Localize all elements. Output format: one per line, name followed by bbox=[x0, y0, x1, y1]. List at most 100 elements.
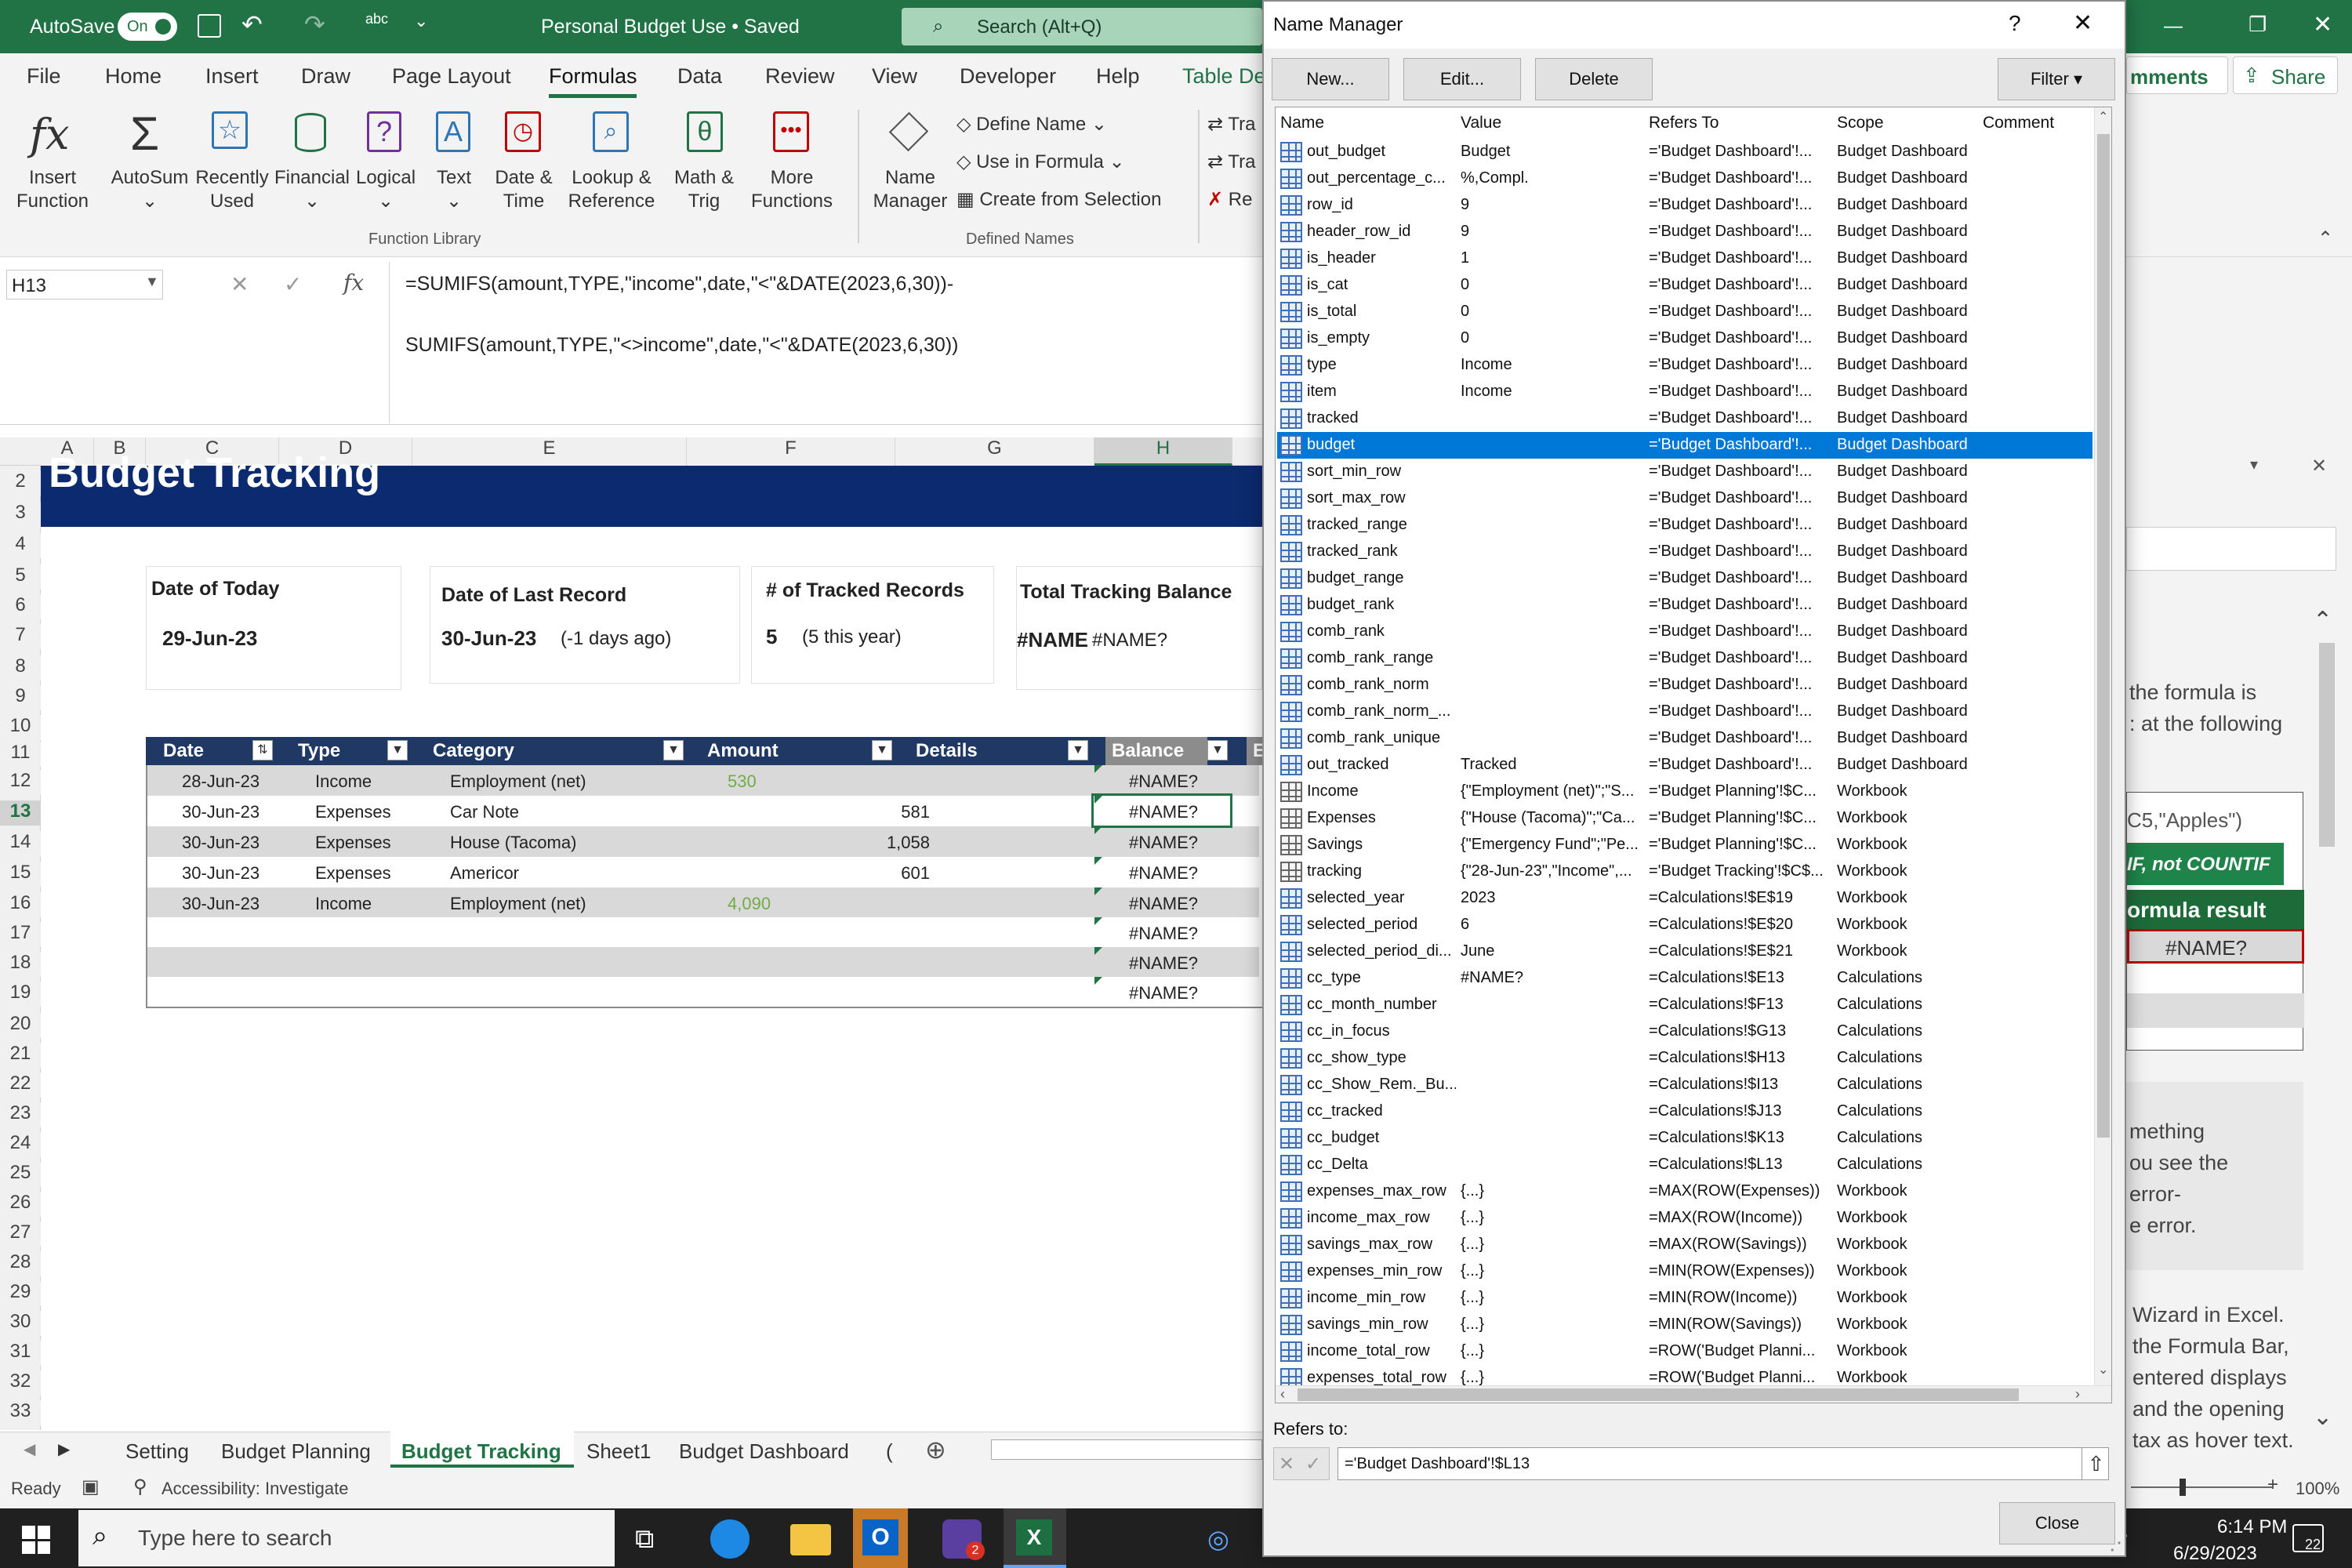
name-list-item[interactable]: expenses_max_row {...} =MAX(ROW(Expenses))… bbox=[1277, 1178, 2092, 1205]
column-header-scope[interactable]: Scope bbox=[1837, 114, 1884, 132]
row-header[interactable]: 16 bbox=[0, 892, 41, 917]
close-dialog-icon[interactable]: ✕ bbox=[2073, 9, 2092, 37]
category-cell[interactable]: House (Tacoma) bbox=[450, 833, 576, 853]
row-header[interactable]: 8 bbox=[0, 655, 41, 681]
category-cell[interactable]: Employment (net) bbox=[450, 894, 586, 914]
name-list-item[interactable]: Expenses {"House (Tacoma)";"Ca... ='Budget… bbox=[1277, 805, 2092, 832]
name-list-item[interactable]: out_tracked Tracked ='Budget Dashboard'!..… bbox=[1277, 752, 2092, 779]
expense-amount-cell[interactable]: 601 bbox=[901, 863, 930, 884]
task-view-icon[interactable]: ⧉ bbox=[635, 1524, 654, 1555]
sheet-tab-more[interactable]: ( bbox=[886, 1439, 893, 1464]
cancel-icon[interactable]: ✕ bbox=[1279, 1453, 1294, 1475]
table-row[interactable]: #NAME? bbox=[146, 977, 1259, 1007]
accessibility-icon[interactable]: ⚲ bbox=[133, 1475, 147, 1498]
row-header[interactable]: 10 bbox=[0, 715, 41, 740]
confirm-icon[interactable]: ✓ bbox=[1305, 1453, 1321, 1475]
row-header[interactable]: 20 bbox=[0, 1013, 41, 1038]
undo-icon[interactable]: ↶ bbox=[241, 9, 263, 39]
table-row[interactable]: 30-Jun-23 Expenses House (Tacoma) 1,058 #NAM… bbox=[146, 826, 1259, 857]
close-button[interactable]: Close bbox=[1999, 1502, 2115, 1544]
zoom-slider[interactable] bbox=[2131, 1486, 2272, 1488]
name-list-item[interactable]: type Income ='Budget Dashboard'!... Budget … bbox=[1277, 352, 2092, 379]
remove-arrows-button[interactable]: ✗ Re bbox=[1207, 188, 1252, 211]
scroll-up-icon[interactable]: ⌃ bbox=[2313, 607, 2332, 634]
autosum-button[interactable]: Σ AutoSum ⌄ bbox=[107, 107, 193, 224]
name-list-item[interactable]: income_total_row {...} =ROW('Budget Planni… bbox=[1277, 1338, 2092, 1365]
tab-draw[interactable]: Draw bbox=[301, 64, 350, 89]
name-list-item[interactable]: tracked_rank ='Budget Dashboard'!... Budge… bbox=[1277, 539, 2092, 565]
sheet-tab-setting[interactable]: Setting bbox=[125, 1439, 189, 1464]
name-list-item[interactable]: cc_Delta =Calculations!$L13 Calculations bbox=[1277, 1152, 2092, 1178]
column-header-comment[interactable]: Comment bbox=[1983, 114, 2054, 132]
trace-dependents-button[interactable]: ⇄ Tra bbox=[1207, 151, 1255, 173]
name-list-item[interactable]: budget_range ='Budget Dashboard'!... Budge… bbox=[1277, 565, 2092, 592]
tab-data[interactable]: Data bbox=[677, 64, 722, 89]
column-header-value[interactable]: Value bbox=[1461, 114, 1501, 132]
taskbar-search[interactable]: ⌕ Type here to search bbox=[78, 1510, 615, 1566]
macro-icon[interactable]: ▣ bbox=[82, 1475, 100, 1498]
name-list-item[interactable]: comb_rank ='Budget Dashboard'!... Budget D… bbox=[1277, 619, 2092, 645]
row-header[interactable]: 26 bbox=[0, 1192, 41, 1217]
horizontal-scrollbar[interactable]: ‹ › bbox=[1276, 1385, 2111, 1403]
type-cell[interactable]: Expenses bbox=[315, 802, 391, 822]
tab-review[interactable]: Review bbox=[765, 64, 835, 89]
column-header[interactable]: E bbox=[412, 437, 687, 466]
table-row[interactable]: 30-Jun-23 Expenses Americor 601 #NAME? bbox=[146, 857, 1259, 887]
row-header[interactable]: 18 bbox=[0, 952, 41, 977]
document-title[interactable]: Personal Budget Use • Saved bbox=[541, 16, 800, 38]
scroll-right-icon[interactable]: › bbox=[2075, 1386, 2080, 1403]
date-time-button[interactable]: ◷ Date & Time bbox=[486, 107, 561, 224]
panel-search[interactable] bbox=[2126, 527, 2336, 571]
category-cell[interactable]: Car Note bbox=[450, 802, 519, 822]
name-list-item[interactable]: out_percentage_c... %,Compl. ='Budget Dash… bbox=[1277, 165, 2092, 192]
trace-precedents-button[interactable]: ⇄ Tra bbox=[1207, 113, 1255, 136]
scrollbar-thumb[interactable] bbox=[2097, 134, 2110, 1138]
tab-page-layout[interactable]: Page Layout bbox=[392, 64, 511, 89]
balance-cell[interactable]: #NAME? bbox=[1129, 771, 1198, 792]
row-header[interactable]: 9 bbox=[0, 685, 41, 710]
tab-home[interactable]: Home bbox=[105, 64, 162, 89]
spelling-icon[interactable]: abc bbox=[365, 11, 388, 27]
filter-dropdown-date[interactable]: ⇅ bbox=[252, 740, 273, 760]
add-sheet-icon[interactable]: ⊕ bbox=[925, 1435, 946, 1465]
row-header[interactable]: 22 bbox=[0, 1073, 41, 1098]
date-cell[interactable]: 30-Jun-23 bbox=[182, 863, 260, 884]
table-row[interactable]: #NAME? bbox=[146, 947, 1259, 978]
name-list-item[interactable]: comb_rank_norm_... ='Budget Dashboard'!..… bbox=[1277, 699, 2092, 725]
date-cell[interactable]: 30-Jun-23 bbox=[182, 833, 260, 853]
lookup-reference-button[interactable]: ⌕ Lookup & Reference bbox=[561, 107, 662, 224]
row-header[interactable]: 21 bbox=[0, 1043, 41, 1068]
zoom-in-icon[interactable]: + bbox=[2267, 1474, 2278, 1496]
accessibility-status[interactable]: Accessibility: Investigate bbox=[162, 1479, 348, 1499]
column-header[interactable]: G bbox=[895, 437, 1094, 466]
close-panel-icon[interactable]: ✕ bbox=[2311, 455, 2327, 477]
name-list-item[interactable]: is_cat 0 ='Budget Dashboard'!... Budget Das… bbox=[1277, 272, 2092, 299]
name-list-item[interactable]: expenses_min_row {...} =MIN(ROW(Expenses))… bbox=[1277, 1258, 2092, 1285]
excel-taskbar-item[interactable]: X bbox=[1004, 1508, 1066, 1568]
row-header[interactable]: 17 bbox=[0, 922, 41, 947]
collapse-dialog-icon[interactable]: ⇧ bbox=[2082, 1448, 2110, 1479]
new-name-button[interactable]: New... bbox=[1272, 58, 1389, 100]
recently-used-button[interactable]: ☆ Recently Used bbox=[193, 107, 271, 224]
tab-developer[interactable]: Developer bbox=[960, 64, 1056, 89]
balance-cell[interactable]: #NAME? bbox=[1129, 833, 1198, 853]
search-box[interactable]: ⌕ Search (Alt+Q) bbox=[902, 8, 1262, 45]
scroll-left-icon[interactable]: ‹ bbox=[1280, 1386, 1285, 1403]
name-list-item[interactable]: row_id 9 ='Budget Dashboard'!... Budget Das… bbox=[1277, 192, 2092, 219]
math-trig-button[interactable]: θ Math & Trig bbox=[663, 107, 745, 224]
name-list-item[interactable]: Income {"Employment (net)";"S... ='Budget … bbox=[1277, 779, 2092, 805]
tab-file[interactable]: File bbox=[27, 64, 61, 89]
tab-insert[interactable]: Insert bbox=[205, 64, 259, 89]
tab-table-design[interactable]: Table De bbox=[1182, 64, 1266, 89]
expense-amount-cell[interactable]: 1,058 bbox=[887, 833, 930, 853]
name-list-item[interactable]: comb_rank_norm ='Budget Dashboard'!... Bud… bbox=[1277, 672, 2092, 699]
date-cell[interactable]: 30-Jun-23 bbox=[182, 894, 260, 914]
zoom-level[interactable]: 100% bbox=[2296, 1479, 2339, 1499]
row-header[interactable]: 23 bbox=[0, 1102, 41, 1127]
scroll-down-icon[interactable]: ⌄ bbox=[2098, 1362, 2108, 1377]
name-list-item[interactable]: item Income ='Budget Dashboard'!... Budget … bbox=[1277, 379, 2092, 405]
row-header[interactable]: 6 bbox=[0, 594, 41, 619]
name-list-item[interactable]: cc_Show_Rem._Bu... =Calculations!$I13 Calc… bbox=[1277, 1072, 2092, 1098]
income-amount-cell[interactable]: 530 bbox=[728, 771, 757, 792]
use-in-formula-button[interactable]: ◇ Use in Formula ⌄ bbox=[956, 151, 1125, 173]
